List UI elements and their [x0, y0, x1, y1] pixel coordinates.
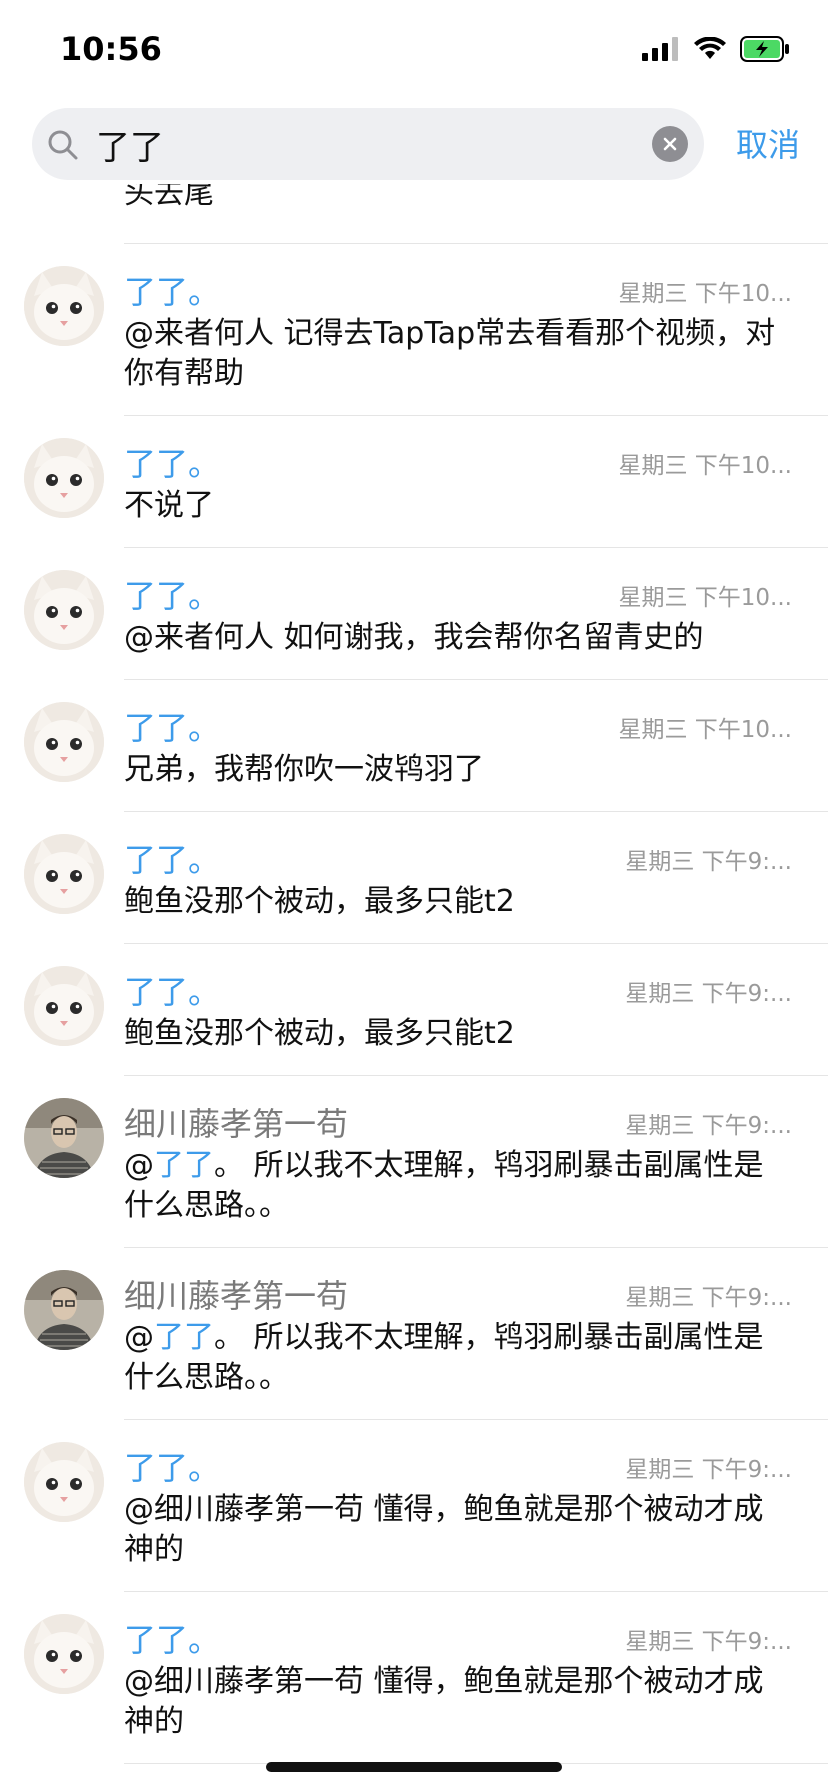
avatar[interactable]: [24, 1270, 104, 1350]
message-time: 星期三 下午9:...: [625, 849, 792, 875]
sender-name[interactable]: 了了。: [124, 1620, 220, 1660]
search-results-list[interactable]: 头去尾 了了。 星期三 下午10... @来者何人 记得去TapTap常去看看那个视…: [0, 184, 828, 1774]
sender-name[interactable]: 了了。: [124, 1448, 220, 1488]
message-header: 了了。 星期三 下午10...: [124, 272, 792, 312]
message-time: 星期三 下午9:...: [625, 1629, 792, 1655]
avatar[interactable]: [24, 1098, 104, 1178]
status-time: 10:56: [60, 30, 162, 68]
message-row[interactable]: 了了。 星期三 下午9:... @细川藤孝第一苟 懂得，鲍鱼就是那个被动才成神的: [0, 1420, 828, 1592]
sender-name[interactable]: 了了。: [124, 708, 220, 748]
mention-link[interactable]: 了了: [154, 1148, 214, 1183]
message-time: 星期三 下午9:...: [625, 981, 792, 1007]
avatar[interactable]: [24, 438, 104, 518]
search-box[interactable]: [32, 108, 704, 180]
search-icon: [48, 130, 78, 160]
wifi-icon: [694, 37, 726, 59]
mention-prefix: @: [124, 1148, 154, 1183]
message-header: 了了。 星期三 下午10...: [124, 444, 792, 484]
sender-name[interactable]: 了了。: [124, 840, 220, 880]
message-row[interactable]: 了了。 星期三 下午10... @来者何人 如何谢我，我会帮你名留青史的: [0, 548, 828, 680]
sender-name[interactable]: 了了。: [124, 972, 220, 1012]
mention-prefix: @: [124, 1320, 154, 1355]
status-bar: 10:56: [0, 0, 828, 100]
search-input[interactable]: [96, 120, 636, 168]
clear-icon[interactable]: [652, 126, 688, 162]
message-text: @了了。 所以我不太理解，鸨羽刷暴击副属性是什么思路。。: [124, 1146, 792, 1226]
message-header: 了了。 星期三 下午9:...: [124, 840, 792, 880]
message-time: 星期三 下午9:...: [625, 1285, 792, 1311]
close-icon: [663, 137, 677, 151]
message-time: 星期三 下午10...: [618, 453, 792, 479]
message-header: 了了。 星期三 下午9:...: [124, 1620, 792, 1660]
avatar[interactable]: [24, 966, 104, 1046]
message-text: 头去尾: [124, 184, 214, 211]
sender-name[interactable]: 细川藤孝第一苟: [124, 1104, 348, 1144]
message-time: 星期三 下午10...: [618, 281, 792, 307]
message-row[interactable]: 了了。 星期三 下午10... 不说了: [0, 416, 828, 548]
signal-icon: [642, 37, 678, 61]
avatar[interactable]: [24, 1614, 104, 1694]
message-row[interactable]: 了了。 星期三 下午9:... 鲍鱼没那个被动，最多只能t2: [0, 944, 828, 1076]
avatar[interactable]: [24, 266, 104, 346]
message-header: 了了。 星期三 下午9:...: [124, 1448, 792, 1488]
status-icons: [642, 36, 790, 62]
message-time: 星期三 下午9:...: [625, 1113, 792, 1139]
sender-name[interactable]: 了了。: [124, 272, 220, 312]
search-row: 取消: [0, 104, 828, 184]
message-text: 鲍鱼没那个被动，最多只能t2: [124, 1016, 515, 1051]
message-text: 鲍鱼没那个被动，最多只能t2: [124, 884, 515, 919]
message-time: 星期三 下午10...: [618, 717, 792, 743]
message-text: 兄弟，我帮你吹一波鸨羽了: [124, 752, 484, 787]
message-text: @细川藤孝第一苟 懂得，鲍鱼就是那个被动才成神的: [124, 1664, 764, 1739]
message-body: 。 所以我不太理解，鸨羽刷暴击副属性是什么思路。。: [124, 1320, 764, 1395]
message-row[interactable]: 了了。 星期三 下午9:... 鲍鱼没那个被动，最多只能t2: [0, 812, 828, 944]
sender-name[interactable]: 了了。: [124, 444, 220, 484]
list-item-partial[interactable]: 头去尾: [0, 184, 828, 244]
mention-link[interactable]: 了了: [154, 1320, 214, 1355]
sender-name[interactable]: 细川藤孝第一苟: [124, 1276, 348, 1316]
message-header: 细川藤孝第一苟 星期三 下午9:...: [124, 1276, 792, 1316]
message-text: @来者何人 记得去TapTap常去看看那个视频，对你有帮助: [124, 316, 776, 391]
message-text: @细川藤孝第一苟 懂得，鲍鱼就是那个被动才成神的: [124, 1492, 764, 1567]
message-time: 星期三 下午9:...: [625, 1457, 792, 1483]
message-row[interactable]: 细川藤孝第一苟 星期三 下午9:... @了了。 所以我不太理解，鸨羽刷暴击副属性是…: [0, 1248, 828, 1420]
cancel-button[interactable]: 取消: [736, 120, 800, 166]
message-row[interactable]: 了了。 星期三 下午9:... @细川藤孝第一苟 懂得，鲍鱼就是那个被动才成神的: [0, 1592, 828, 1764]
message-text: @来者何人 如何谢我，我会帮你名留青史的: [124, 620, 704, 655]
avatar[interactable]: [24, 1442, 104, 1522]
message-header: 了了。 星期三 下午9:...: [124, 972, 792, 1012]
message-text: 不说了: [124, 488, 214, 523]
message-list: 了了。 星期三 下午10... @来者何人 记得去TapTap常去看看那个视频，对你…: [0, 244, 828, 1764]
home-indicator[interactable]: [266, 1762, 562, 1772]
message-header: 细川藤孝第一苟 星期三 下午9:...: [124, 1104, 792, 1144]
message-header: 了了。 星期三 下午10...: [124, 708, 792, 748]
avatar[interactable]: [24, 834, 104, 914]
message-row[interactable]: 了了。 星期三 下午10... @来者何人 记得去TapTap常去看看那个视频，对你…: [0, 244, 828, 416]
message-row[interactable]: 了了。 星期三 下午10... 兄弟，我帮你吹一波鸨羽了: [0, 680, 828, 812]
message-text: @了了。 所以我不太理解，鸨羽刷暴击副属性是什么思路。。: [124, 1318, 792, 1398]
sender-name[interactable]: 了了。: [124, 576, 220, 616]
avatar[interactable]: [24, 702, 104, 782]
avatar[interactable]: [24, 570, 104, 650]
message-body: 。 所以我不太理解，鸨羽刷暴击副属性是什么思路。。: [124, 1148, 764, 1223]
battery-charging-icon: [740, 36, 789, 62]
message-time: 星期三 下午10...: [618, 585, 792, 611]
message-header: 了了。 星期三 下午10...: [124, 576, 792, 616]
message-row[interactable]: 细川藤孝第一苟 星期三 下午9:... @了了。 所以我不太理解，鸨羽刷暴击副属性是…: [0, 1076, 828, 1248]
